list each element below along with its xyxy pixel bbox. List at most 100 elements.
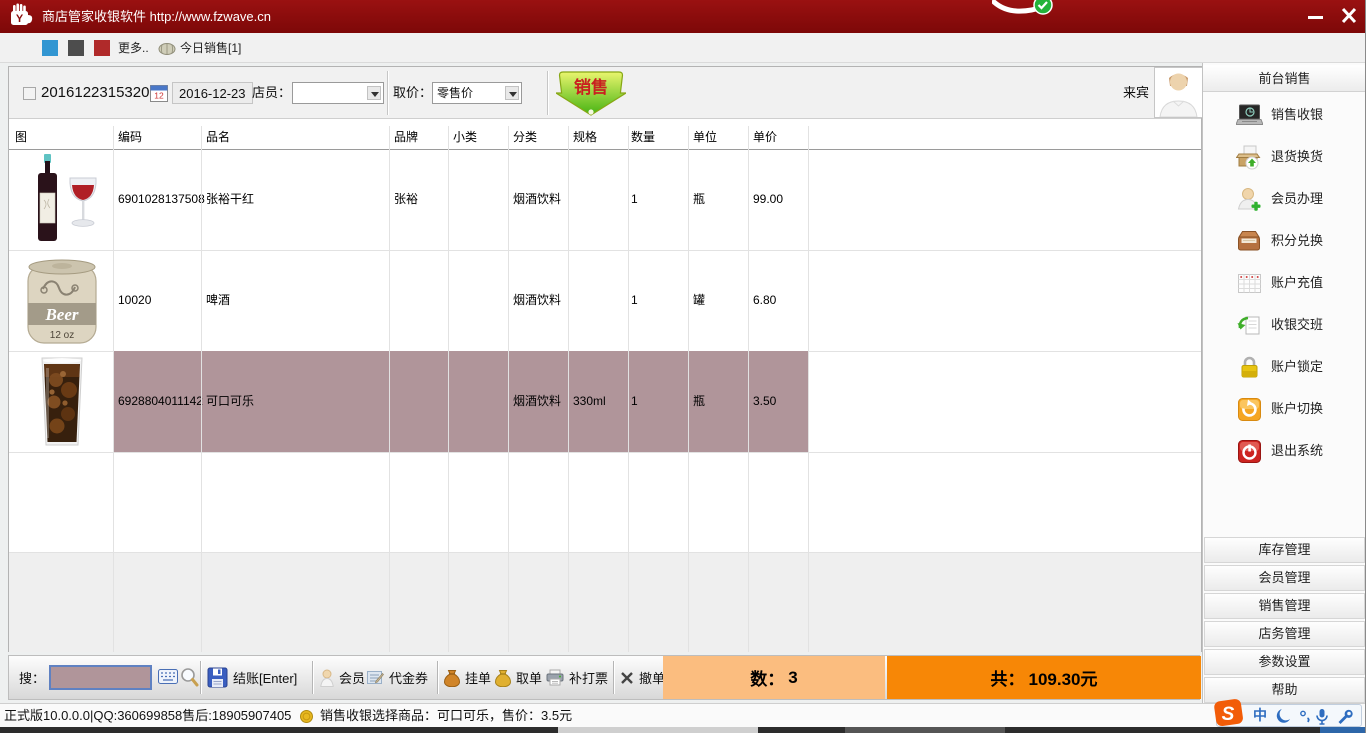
svg-text:12: 12 bbox=[154, 91, 164, 101]
col-subcat[interactable]: 小类 bbox=[453, 126, 477, 149]
voucher-button[interactable]: 代金券 bbox=[367, 656, 428, 699]
section-settings[interactable]: 参数设置 bbox=[1204, 649, 1365, 675]
section-member-mgmt[interactable]: 会员管理 bbox=[1204, 565, 1365, 591]
search-input[interactable] bbox=[49, 665, 152, 690]
col-category[interactable]: 分类 bbox=[513, 126, 537, 149]
cell-category[interactable]: 烟酒饮料 bbox=[513, 250, 561, 351]
status-message: 销售收银选择商品：可口可乐，售价：3.5元 bbox=[320, 704, 572, 728]
hold-order-button[interactable]: 挂单 bbox=[444, 656, 491, 699]
retrieve-order-button[interactable]: 取单 bbox=[495, 656, 542, 699]
theme-red-swatch[interactable] bbox=[94, 40, 110, 56]
section-store-mgmt[interactable]: 店务管理 bbox=[1204, 621, 1365, 647]
power-exit-icon bbox=[1236, 438, 1263, 465]
sidebar-item-account-recharge[interactable]: 账户充值 bbox=[1203, 262, 1366, 304]
receipt-icon[interactable] bbox=[23, 87, 36, 100]
more-menu[interactable]: 更多.. bbox=[118, 33, 149, 63]
divider bbox=[387, 71, 389, 115]
cell-qty[interactable]: 1 bbox=[631, 149, 638, 250]
cell-category[interactable]: 烟酒饮料 bbox=[513, 351, 561, 452]
avatar bbox=[1154, 67, 1203, 118]
member-button[interactable]: 会员 bbox=[320, 656, 365, 699]
cancel-x-icon bbox=[620, 671, 634, 685]
col-image[interactable]: 图 bbox=[15, 126, 27, 149]
mic-icon[interactable] bbox=[1315, 708, 1329, 725]
cell-unit[interactable]: 瓶 bbox=[693, 351, 705, 452]
date-field[interactable]: 2016-12-23 bbox=[172, 82, 253, 104]
total-amount-display: 共：109.30元 bbox=[887, 656, 1201, 699]
cell-name[interactable]: 啤酒 bbox=[206, 250, 230, 351]
svg-text:S: S bbox=[1222, 704, 1235, 725]
cell-qty[interactable]: 1 bbox=[631, 351, 638, 452]
sidebar-item-sale-checkout[interactable]: 销售收银 bbox=[1203, 94, 1366, 136]
wrench-settings-icon[interactable] bbox=[1337, 709, 1353, 725]
row-divider bbox=[9, 452, 1201, 453]
product-image-cola bbox=[15, 354, 109, 449]
theme-blue-swatch[interactable] bbox=[42, 40, 58, 56]
punctuation-mode-icon[interactable] bbox=[1299, 710, 1311, 723]
table-row[interactable]: Beer 12 oz 10020 啤酒 烟酒饮料 1 罐 6.80 bbox=[9, 250, 1201, 351]
pos-terminal-icon bbox=[1236, 102, 1263, 129]
checkout-button[interactable]: 结账[Enter] bbox=[207, 656, 297, 699]
sogou-ime-logo[interactable]: S bbox=[1213, 697, 1245, 728]
col-code[interactable]: 编码 bbox=[118, 126, 142, 149]
moon-mode-icon[interactable] bbox=[1275, 708, 1291, 724]
col-name[interactable]: 品名 bbox=[206, 126, 230, 149]
table-row-selected[interactable]: 6928804011142 可口可乐 烟酒饮料 330ml 1 瓶 3.50 bbox=[9, 351, 1201, 452]
cell-price[interactable]: 99.00 bbox=[753, 149, 783, 250]
clerk-select[interactable] bbox=[292, 82, 384, 104]
price-type-select[interactable]: 零售价 bbox=[432, 82, 522, 104]
reprint-ticket-button[interactable]: 补打票 bbox=[546, 656, 608, 699]
col-unit[interactable]: 单位 bbox=[693, 126, 717, 149]
grid-vline bbox=[748, 126, 749, 652]
close-button[interactable] bbox=[1336, 6, 1362, 26]
section-inventory-mgmt[interactable]: 库存管理 bbox=[1204, 537, 1365, 563]
sidebar-item-account-lock[interactable]: 账户锁定 bbox=[1203, 346, 1366, 388]
item-count-display: 数：3 bbox=[663, 656, 885, 699]
void-order-button[interactable]: 撤单 bbox=[620, 656, 665, 699]
sidebar-item-account-switch[interactable]: 账户切换 bbox=[1203, 388, 1366, 430]
cell-name[interactable]: 可口可乐 bbox=[206, 351, 254, 452]
cell-spec[interactable]: 330ml bbox=[573, 351, 606, 452]
col-spec[interactable]: 规格 bbox=[573, 126, 597, 149]
minimize-button[interactable] bbox=[1303, 6, 1329, 26]
taskbar-segment bbox=[1320, 727, 1366, 733]
moneybag-icon bbox=[444, 669, 460, 687]
lock-icon bbox=[1236, 354, 1263, 381]
product-image-beer: Beer 12 oz bbox=[15, 253, 109, 348]
cell-code[interactable]: 6901028137508 bbox=[118, 149, 205, 250]
cell-code[interactable]: 10020 bbox=[118, 250, 151, 351]
window-title: 商店管家收银软件 http://www.fzwave.cn bbox=[42, 0, 271, 33]
suitcase-icon bbox=[1236, 228, 1263, 255]
section-sales-mgmt[interactable]: 销售管理 bbox=[1204, 593, 1365, 619]
cell-price[interactable]: 3.50 bbox=[753, 351, 776, 452]
svg-text:12 oz: 12 oz bbox=[50, 330, 74, 341]
cell-unit[interactable]: 罐 bbox=[693, 250, 705, 351]
search-icon[interactable] bbox=[180, 667, 199, 687]
svg-text:Beer: Beer bbox=[44, 305, 78, 324]
sidebar-item-exit-system[interactable]: 退出系统 bbox=[1203, 430, 1366, 472]
theme-gray-swatch[interactable] bbox=[68, 40, 84, 56]
cell-qty[interactable]: 1 bbox=[631, 250, 638, 351]
ime-lang-toggle[interactable]: 中 bbox=[1253, 705, 1267, 726]
sidebar-item-returns[interactable]: 退货换货 bbox=[1203, 136, 1366, 178]
app-window: Y 商店管家收银软件 http://www.fzwave.cn 更多.. 今日销… bbox=[0, 0, 1366, 733]
calendar-icon[interactable]: 12 bbox=[150, 84, 168, 102]
chevron-down-icon bbox=[505, 86, 519, 100]
today-sales-menu[interactable]: 今日销售[1] bbox=[180, 33, 241, 63]
cell-price[interactable]: 6.80 bbox=[753, 250, 776, 351]
sidebar-item-member-signup[interactable]: 会员办理 bbox=[1203, 178, 1366, 220]
keyboard-icon[interactable] bbox=[158, 669, 178, 684]
cell-code[interactable]: 6928804011142 bbox=[118, 351, 203, 452]
cell-unit[interactable]: 瓶 bbox=[693, 149, 705, 250]
cell-brand[interactable]: 张裕 bbox=[394, 149, 418, 250]
cell-category[interactable]: 烟酒饮料 bbox=[513, 149, 561, 250]
sidebar-item-points-redeem[interactable]: 积分兑换 bbox=[1203, 220, 1366, 262]
table-row[interactable]: 6901028137508 张裕干红 张裕 烟酒饮料 1 瓶 99.00 bbox=[9, 149, 1201, 250]
divider bbox=[437, 661, 439, 694]
col-price[interactable]: 单价 bbox=[753, 126, 777, 149]
cell-name[interactable]: 张裕干红 bbox=[206, 149, 254, 250]
col-qty[interactable]: 数量 bbox=[631, 126, 655, 149]
sidebar-item-shift-change[interactable]: 收银交班 bbox=[1203, 304, 1366, 346]
svg-text:Y: Y bbox=[16, 13, 24, 25]
col-brand[interactable]: 品牌 bbox=[394, 126, 418, 149]
